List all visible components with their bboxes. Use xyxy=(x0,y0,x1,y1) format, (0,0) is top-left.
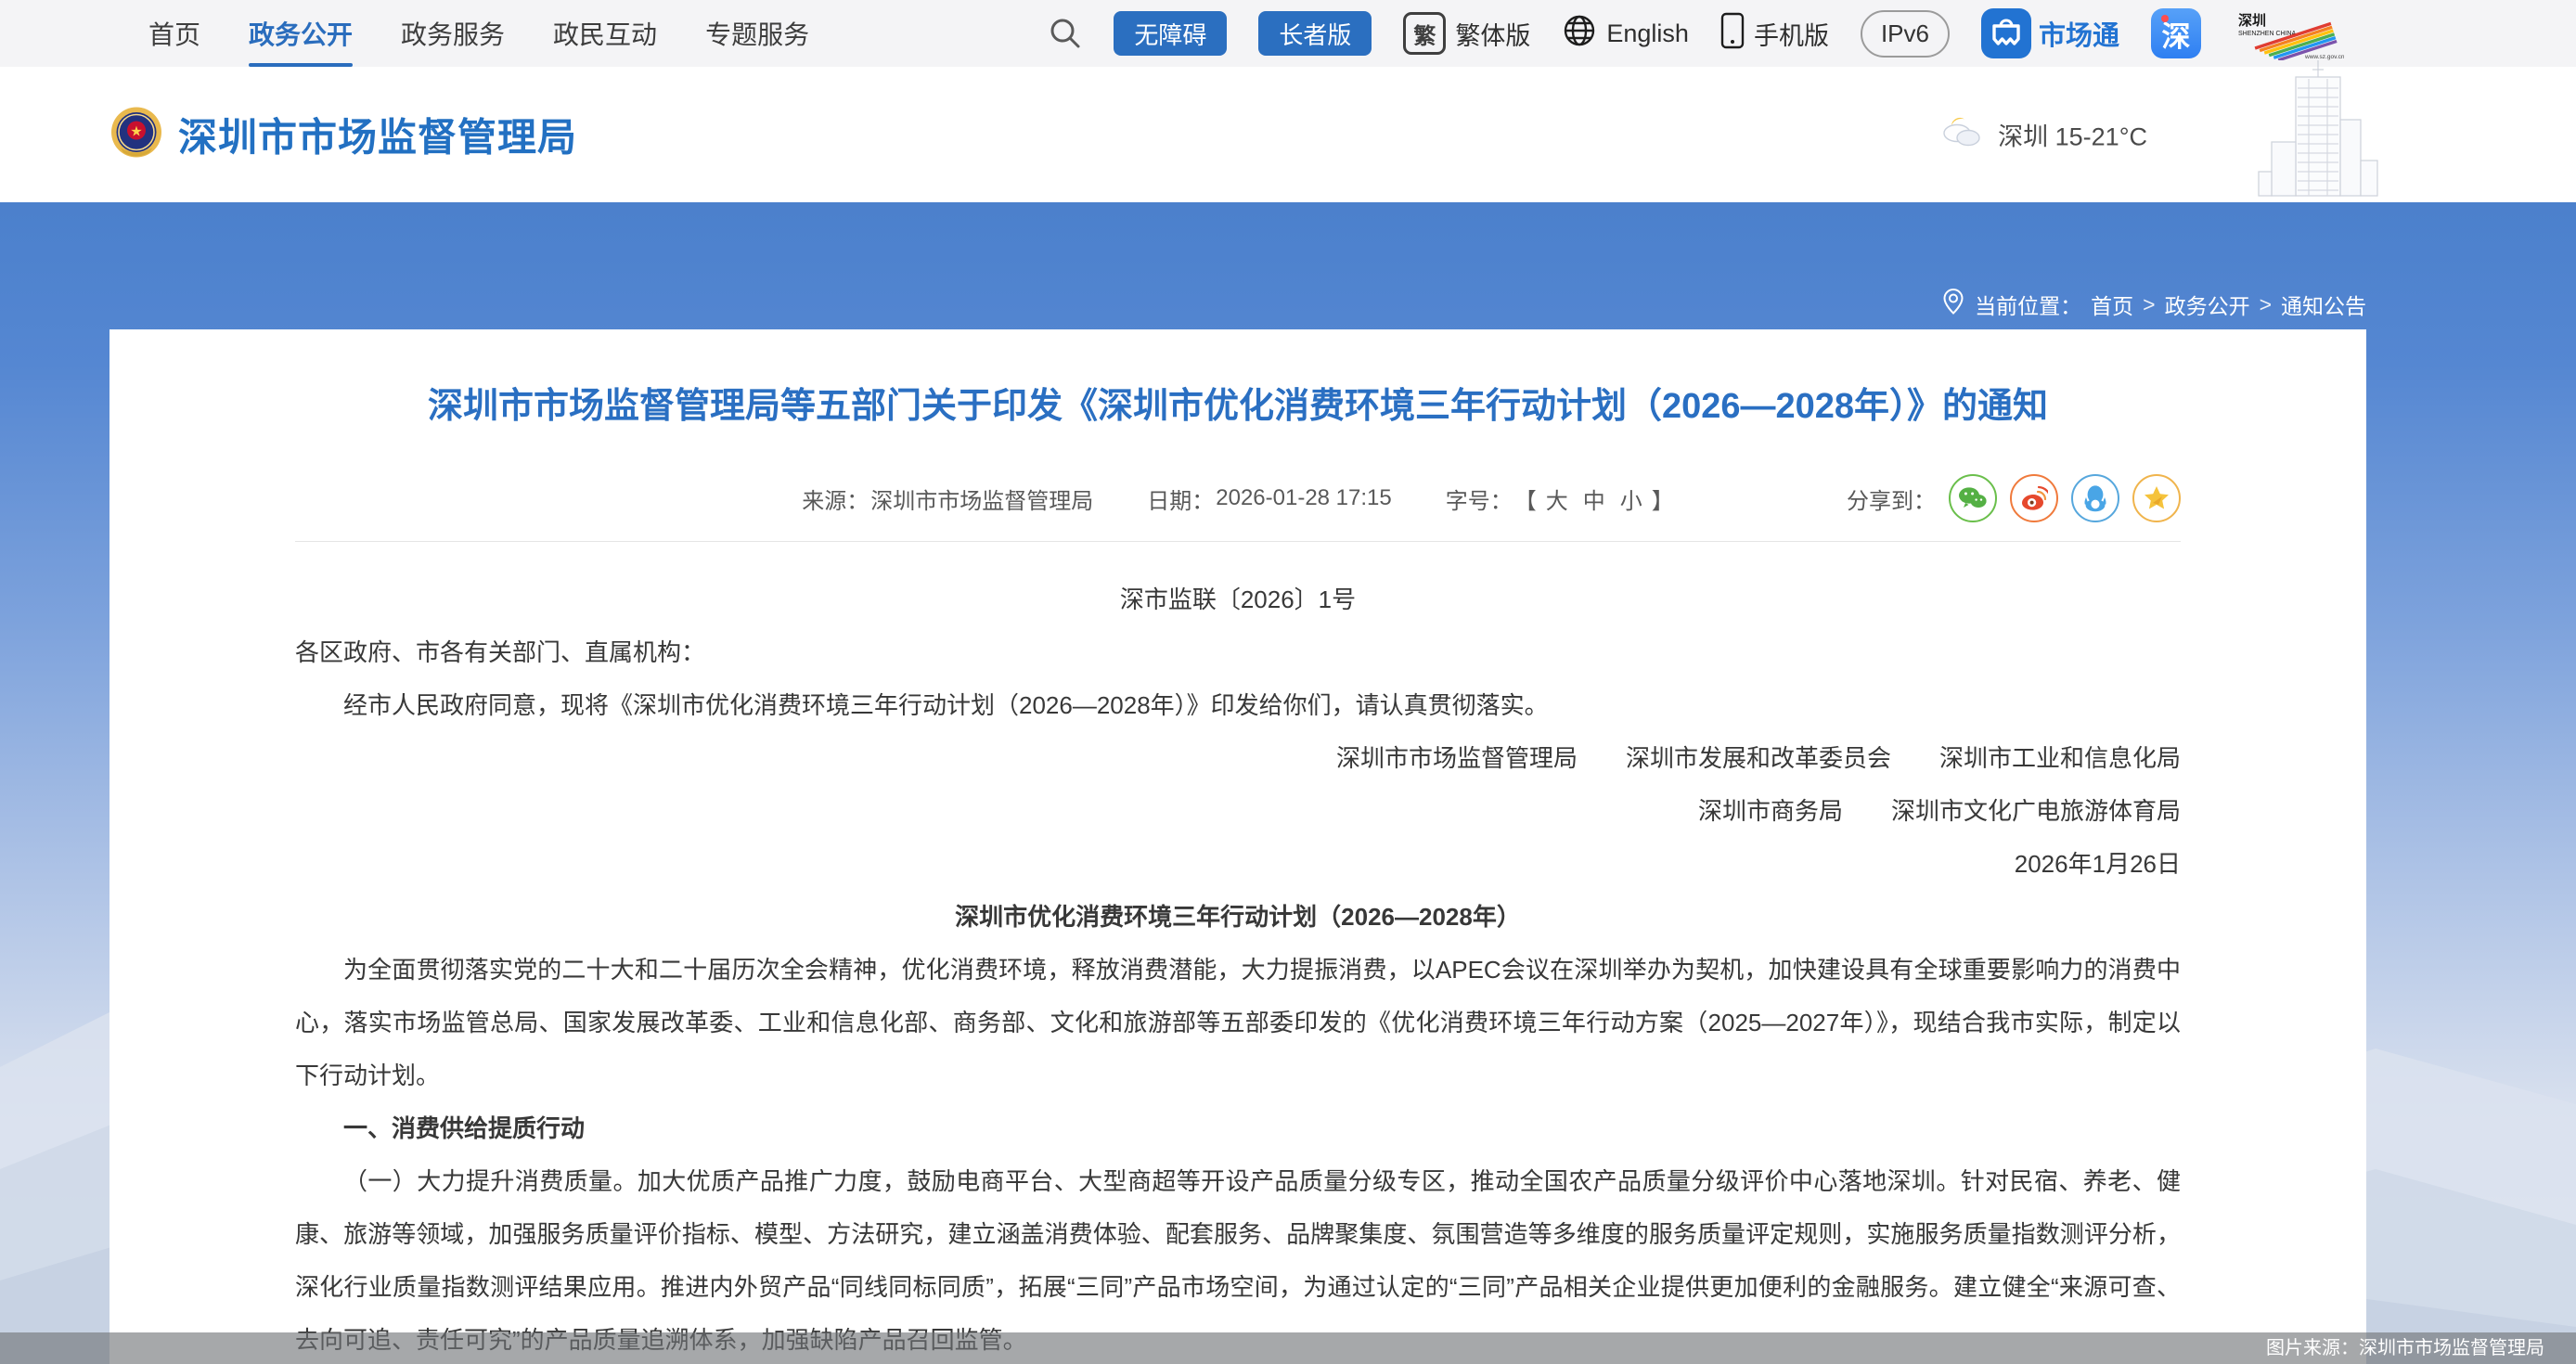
shenzhen-gov-logo[interactable]: 深圳 SHENZHEN CHINA www.sz.gov.cn xyxy=(2233,6,2344,60)
nav-item[interactable]: 专题服务 xyxy=(705,0,809,67)
english-label: English xyxy=(1606,19,1689,48)
date-value: 2026-01-28 17:15 xyxy=(1216,485,1392,511)
breadcrumb-item[interactable]: 通知公告 xyxy=(2281,289,2366,320)
search-icon[interactable] xyxy=(1049,17,1082,50)
breadcrumb-item[interactable]: 首页 xyxy=(2091,289,2133,320)
article-meta: 来源： 深圳市市场监督管理局 日期： 2026-01-28 17:15 字号： … xyxy=(295,472,2181,524)
nav-item[interactable]: 政务服务 xyxy=(401,0,505,67)
nav-item[interactable]: 政民互动 xyxy=(553,0,657,67)
svg-text:深圳: 深圳 xyxy=(2238,12,2266,29)
svg-text:★: ★ xyxy=(130,124,142,140)
elder-version-button[interactable]: 长者版 xyxy=(1258,11,1372,56)
traditional-icon: 繁 xyxy=(1403,12,1446,55)
weather-text: 深圳 15-21°C xyxy=(1998,117,2147,153)
top-utility-bar: 首页政务公开政务服务政民互动专题服务 无障碍 长者版 繁 繁体版 English xyxy=(0,0,2576,67)
meta-source: 来源： 深圳市市场监督管理局 xyxy=(802,483,1093,515)
article-title: 深圳市市场监督管理局等五部门关于印发《深圳市优化消费环境三年行动计划（2026—… xyxy=(295,383,2181,430)
wechat-share-icon[interactable] xyxy=(1949,474,1997,522)
ipv6-badge[interactable]: IPv6 xyxy=(1861,10,1950,58)
agency-emblem-logo: ★ xyxy=(109,106,163,164)
signature-line: 深圳市商务局 深圳市文化广电旅游体育局 xyxy=(295,785,2181,838)
font-size-option[interactable]: 中 xyxy=(1583,489,1605,514)
building-sketch-illustration xyxy=(2257,60,2383,204)
ishenzhen-app-glyph: 深 xyxy=(2162,13,2191,55)
traditional-version-link[interactable]: 繁 繁体版 xyxy=(1403,12,1530,55)
font-size-option[interactable]: 大 xyxy=(1546,489,1568,514)
signature-line: 深圳市市场监督管理局 深圳市发展和改革委员会 深圳市工业和信息化局 xyxy=(295,732,2181,785)
signature-date: 2026年1月26日 xyxy=(295,838,2181,891)
article-card: 深圳市市场监督管理局等五部门关于印发《深圳市优化消费环境三年行动计划（2026—… xyxy=(109,329,2366,1364)
meta-date: 日期： 2026-01-28 17:15 xyxy=(1147,483,1392,515)
section-heading: 一、消费供给提质行动 xyxy=(295,1102,2181,1155)
main-nav: 首页政务公开政务服务政民互动专题服务 xyxy=(148,0,809,67)
body-paragraph: 经市人民政府同意，现将《深圳市优化消费环境三年行动计划（2026—2028年）》… xyxy=(295,679,2181,732)
agency-brand[interactable]: ★ 深圳市市场监督管理局 xyxy=(109,106,577,164)
fontsize-bracket: 【 xyxy=(1514,483,1537,515)
qq-share-icon[interactable] xyxy=(2071,474,2119,522)
breadcrumb-item[interactable]: 政务公开 xyxy=(2165,289,2250,320)
weather-widget: 深圳 15-21°C xyxy=(1938,113,2147,157)
english-version-link[interactable]: English xyxy=(1562,13,1689,55)
nav-item[interactable]: 首页 xyxy=(148,0,200,67)
nav-item[interactable]: 政务公开 xyxy=(249,0,353,67)
font-size-option[interactable]: 小 xyxy=(1620,489,1642,514)
share-bar: 分享到： xyxy=(1847,472,2181,524)
fontsize-label: 字号： xyxy=(1446,483,1513,515)
share-label: 分享到： xyxy=(1847,483,1936,515)
phone-icon xyxy=(1720,12,1745,56)
weather-icon xyxy=(1938,113,1983,157)
top-right-tools: 无障碍 长者版 繁 繁体版 English 手机版 IPv6 xyxy=(1049,0,2344,67)
svg-text:www.sz.gov.cn: www.sz.gov.cn xyxy=(2304,54,2344,60)
fontsize-options: 大中小 xyxy=(1539,483,1650,515)
mobile-version-link[interactable]: 手机版 xyxy=(1720,12,1829,56)
market-app-link[interactable]: 市场通 xyxy=(1981,8,2119,58)
globe-icon xyxy=(1562,13,1597,55)
breadcrumb-prefix: 当前位置： xyxy=(1975,289,2081,320)
breadcrumb-separator: > xyxy=(2143,292,2155,317)
document-body: 深市监联〔2026〕1号各区政府、市各有关部门、直属机构：经市人民政府同意，现将… xyxy=(295,542,2181,1364)
accessibility-button[interactable]: 无障碍 xyxy=(1114,11,1227,56)
date-label: 日期： xyxy=(1147,483,1214,515)
salutation: 各区政府、市各有关部门、直属机构： xyxy=(295,626,2181,679)
meta-fontsize: 字号： 【 大中小 】 xyxy=(1446,483,1674,515)
breadcrumb-separator: > xyxy=(2260,292,2272,317)
market-app-icon xyxy=(1981,8,2031,58)
site-header: ★ 深圳市市场监督管理局 深圳 15-21°C xyxy=(0,67,2576,202)
doc-number: 深市监联〔2026〕1号 xyxy=(295,573,2181,626)
weibo-share-icon[interactable] xyxy=(2010,474,2058,522)
breadcrumb-items: 首页 > 政务公开 > 通知公告 xyxy=(2091,289,2366,320)
source-value: 深圳市市场监督管理局 xyxy=(870,483,1093,515)
source-label: 来源： xyxy=(802,483,869,515)
agency-name: 深圳市市场监督管理局 xyxy=(178,107,577,163)
plan-title: 深圳市优化消费环境三年行动计划（2026—2028年） xyxy=(295,891,2181,944)
qzone-share-icon[interactable] xyxy=(2132,474,2181,522)
page-banner: 当前位置： 首页 > 政务公开 > 通知公告 深圳市市场监督管理局等五部门关于印发《深圳… xyxy=(0,202,2576,1364)
ishenzhen-app-icon[interactable]: 深 xyxy=(2151,8,2201,58)
body-paragraph: 为全面贯彻落实党的二十大和二十届历次全会精神，优化消费环境，释放消费潜能，大力提… xyxy=(295,944,2181,1102)
market-app-label: 市场通 xyxy=(2039,14,2119,53)
image-credit-watermark: 图片来源：深圳市市场监督管理局 xyxy=(0,1332,2576,1364)
fontsize-bracket: 】 xyxy=(1652,483,1674,515)
page: 首页政务公开政务服务政民互动专题服务 无障碍 长者版 繁 繁体版 English xyxy=(0,0,2576,1364)
mobile-label: 手机版 xyxy=(1754,16,1829,52)
breadcrumb: 当前位置： 首页 > 政务公开 > 通知公告 xyxy=(1941,288,2366,321)
traditional-label: 繁体版 xyxy=(1455,16,1530,52)
location-pin-icon xyxy=(1941,288,1965,321)
